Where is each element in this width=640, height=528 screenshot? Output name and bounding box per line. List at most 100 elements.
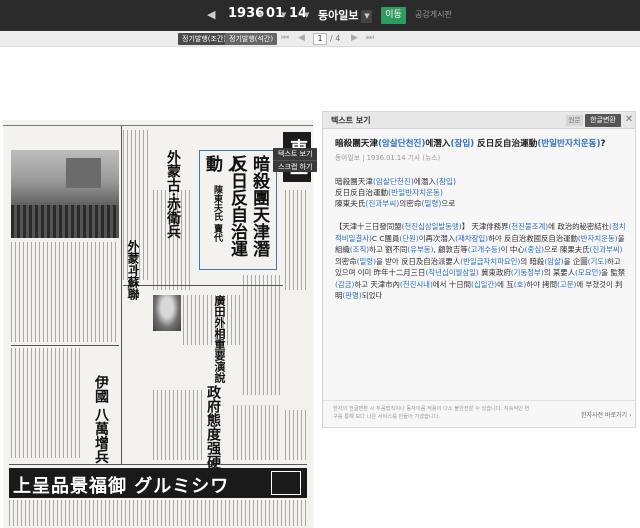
original-text-button[interactable]: 원문 [566, 115, 583, 126]
hangul-reading: (감금) [335, 279, 355, 289]
column-rule [121, 126, 122, 464]
hangul-reading: (천진시내) [399, 279, 433, 289]
hanja-text: 하야 拷問 [526, 279, 558, 289]
hanja-text: 을 企圖 [563, 256, 588, 266]
newspaper-header-rule [3, 120, 313, 126]
tab-evening-edition[interactable]: 정기발행(석간) [225, 33, 278, 45]
prev-page-icon[interactable]: ◀ [298, 33, 305, 43]
hanja-dictionary-link[interactable]: 한자사전 바로가기 › [581, 410, 631, 419]
menu-item-scrap[interactable]: 스크랩 하기 [273, 160, 317, 172]
hanja-text: 暗殺團天津 [335, 177, 373, 186]
hanja-text: 】 天津俳務界 [461, 222, 509, 231]
text-column [233, 405, 281, 460]
hangul-reading: (조직) [349, 245, 370, 254]
newspaper-photo [11, 150, 119, 238]
advertisement-banner: 上呈品景福御 グルミシワ [9, 468, 307, 498]
hangul-reading: (반자치운동) [577, 233, 618, 243]
sub-headline: 反日反自治運動 [202, 155, 247, 257]
hangul-reading: (고문) [557, 279, 577, 289]
hanja-text: 되었다 [361, 291, 383, 300]
column-rule [9, 464, 307, 465]
column-rule [123, 285, 283, 286]
headline-government: 政府態度强硬 [205, 385, 221, 469]
hanja-text: 하고 劉不同 [369, 245, 408, 254]
hanja-text: 의 某要人 [543, 268, 576, 277]
close-icon[interactable]: ✕ [624, 114, 634, 126]
hangul-reading: (잠입) [436, 177, 456, 186]
hangul-reading: (반일반자치운동) [537, 139, 601, 149]
hangul-reading: (천진불조계) [508, 222, 549, 231]
article-body: 【天津十三日發同盟(천진십삼일발동맹)】 天津俳務界(천진불조계)에 政治的秘密… [335, 221, 627, 302]
hanja-text: 에서 十日間 [432, 279, 471, 289]
chevron-down-icon: ▼ [361, 10, 373, 23]
hangul-convert-button[interactable]: 한글변환 [585, 114, 621, 127]
article-content: 暗殺團天津(암살단천진)에潛入(잠입) 反日反自治運動(반일반자치운동)? 동아… [335, 138, 627, 302]
hanja-text: 으로 陳果夫氏 [544, 245, 590, 254]
hangul-reading: (암살) [544, 256, 564, 266]
conversion-notice: 한자의 한글변환 시 두음법칙이나 동자이음 적용이 다소 불완전할 수 있습니… [333, 406, 530, 420]
hangul-reading: (판명) [342, 291, 362, 300]
subhead-line: 暗殺團天津(암살단천진)에潛入(잠입) [335, 176, 627, 187]
month-dropdown-icon[interactable]: ▼ [281, 11, 286, 19]
hanja-text: 의 暗殺 [520, 256, 545, 266]
text-column [9, 500, 307, 526]
hangul-reading: (단원) [399, 233, 419, 243]
tab-morning-edition[interactable]: 정기발행(조간) [178, 33, 231, 45]
hanja-text: 하고 天津市內 [354, 279, 400, 289]
column-rule [11, 345, 119, 346]
article-title: 暗殺團天津(암살단천진)에潛入(잠입) 反日反自治運動(반일반자치운동)? [335, 138, 627, 150]
hanja-text: , 顧敦吉等 [433, 245, 468, 254]
text-column [11, 242, 119, 342]
hangul-reading: (암살단천진) [377, 139, 426, 149]
headline-outer-mongolia: 外蒙古·赤衛兵 [165, 150, 181, 239]
hangul-reading: (호) [513, 279, 527, 289]
text-column [153, 390, 203, 460]
hangul-reading: (중심) [524, 245, 545, 254]
menu-item-view-text[interactable]: 텍스트 보기 [273, 148, 317, 160]
notice-board-link[interactable]: 공감게시판 [415, 9, 452, 20]
hanja-text: 【天津十三日發同盟 [335, 222, 402, 231]
total-pages: / 4 [330, 34, 341, 43]
context-menu: 텍스트 보기 스크랩 하기 [273, 148, 317, 172]
portrait-photo [153, 295, 181, 331]
text-column [243, 275, 281, 395]
hangul-reading: (암살단천진) [372, 177, 414, 186]
hanja-text: 에 互 [497, 279, 514, 289]
newspaper-name: 동아일보 [318, 9, 359, 22]
text-view-panel: 텍스트 보기 원문 한글변환 ✕ 暗殺團天津(암살단천진)에潛入(잠입) 反日反… [322, 111, 636, 428]
hangul-reading: (밀령) [356, 256, 376, 266]
hangul-reading: (십일간) [470, 279, 498, 289]
current-page-input[interactable]: 1 [313, 33, 327, 45]
prev-date-icon[interactable]: ◀ [207, 8, 215, 21]
hangul-reading: (고개수등) [467, 245, 501, 254]
hangul-reading: (잠입) [450, 139, 475, 149]
subhead-line: 反日反自治運動(반일반자치운동) [335, 187, 627, 198]
move-button[interactable]: 이동 [381, 7, 406, 24]
hanja-text: 陳東夫氏 [335, 199, 366, 208]
hangul-reading: (진과부씨) [365, 199, 400, 208]
panel-title: 텍스트 보기 [331, 116, 371, 125]
hangul-reading: (모요인) [575, 268, 602, 277]
first-page-icon[interactable]: ⏮ [281, 33, 289, 43]
hanja-text: 으로 [441, 199, 456, 208]
hanja-text: 冀東政府 [478, 268, 511, 277]
text-column [11, 348, 81, 458]
newspaper-select[interactable]: 동아일보 ▼ [318, 7, 376, 24]
hanja-text: 에 政治的秘密結社 [548, 222, 610, 231]
hanja-text: 에潛入 [425, 139, 451, 149]
hangul-reading: (작년십이월삼일) [425, 268, 479, 277]
next-page-icon[interactable]: ▶ [351, 33, 358, 43]
headline-soviet: 外蒙과蘇聯 [126, 240, 140, 300]
hanja-text: 에潛入 [413, 177, 437, 186]
selected-article-box[interactable]: 暗殺團天津潛入 反日反自治運動 陳東夫氏 賣代 [199, 150, 277, 270]
newspaper-page-image[interactable]: 東亞 暗殺團天津潛入 反日反自治運動 陳東夫氏 賣代 外蒙古·赤衛兵 外蒙과蘇聯… [3, 120, 313, 528]
last-page-icon[interactable]: ⏭ [366, 33, 374, 43]
hangul-reading: (기동정부) [510, 268, 544, 277]
year-dropdown-icon[interactable]: ▼ [258, 11, 263, 19]
headline-italy: 伊國 八萬增兵 [93, 375, 109, 464]
hangul-reading: (밀령) [421, 199, 442, 208]
edition-page-bar: 정기발행(조간) 정기발행(석간) ⏮ ◀ 1 / 4 ▶ ⏭ [0, 31, 640, 47]
hangul-reading: (유부동) [407, 245, 434, 254]
subhead-line: 陳東夫氏(진과부씨)의密命(밀령)으로 [335, 198, 627, 209]
day-dropdown-icon[interactable]: ▼ [304, 11, 309, 19]
